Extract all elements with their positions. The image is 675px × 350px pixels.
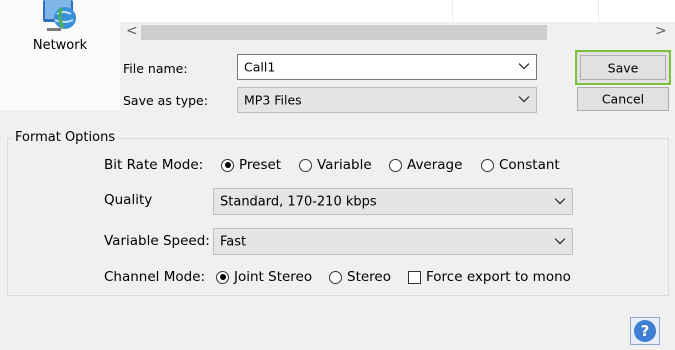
force-mono-checkbox[interactable]: Force export to mono	[408, 269, 571, 285]
quality-value: Standard, 170-210 kbps	[220, 194, 377, 209]
radio-constant-circle[interactable]	[481, 158, 494, 172]
scroll-right-arrow[interactable]: >	[655, 23, 667, 39]
network-label[interactable]: Network	[0, 38, 120, 53]
radio-preset-circle[interactable]	[221, 158, 234, 172]
file-name-value: Call1	[244, 59, 276, 75]
format-options-title: Format Options	[12, 130, 119, 145]
network-icon[interactable]	[41, 0, 77, 34]
scroll-left-arrow[interactable]: <	[126, 23, 138, 39]
cancel-button[interactable]: Cancel	[577, 87, 669, 111]
save-button-label: Save	[607, 60, 639, 75]
chevron-down-icon[interactable]	[518, 63, 530, 71]
radio-joint-stereo-label: Joint Stereo	[234, 269, 313, 285]
radio-average[interactable]: Average	[389, 157, 462, 173]
radio-stereo-label: Stereo	[347, 269, 391, 285]
variable-speed-value: Fast	[220, 234, 247, 249]
radio-variable[interactable]: Variable	[299, 157, 372, 173]
chevron-down-icon[interactable]	[518, 96, 530, 104]
bit-rate-mode-label: Bit Rate Mode:	[104, 157, 204, 173]
save-as-type-value: MP3 Files	[244, 92, 302, 108]
radio-stereo[interactable]: Stereo	[329, 269, 391, 285]
radio-constant[interactable]: Constant	[481, 157, 560, 173]
radio-preset-label: Preset	[239, 157, 282, 173]
quality-select[interactable]: Standard, 170-210 kbps	[213, 188, 573, 215]
radio-preset[interactable]: Preset	[221, 157, 281, 173]
radio-variable-circle[interactable]	[299, 158, 312, 172]
horizontal-scrollbar[interactable]: < >	[120, 22, 675, 44]
help-button[interactable]: ?	[630, 317, 660, 345]
save-button[interactable]: Save	[575, 50, 671, 85]
radio-joint-stereo[interactable]: Joint Stereo	[216, 269, 312, 285]
radio-average-circle[interactable]	[389, 158, 402, 172]
help-icon: ?	[634, 320, 656, 342]
file-name-input[interactable]: Call1	[237, 54, 537, 80]
cancel-button-label: Cancel	[601, 91, 645, 107]
radio-stereo-circle[interactable]	[329, 270, 342, 284]
save-as-type-label: Save as type:	[123, 93, 208, 108]
file-name-label: File name:	[123, 61, 188, 76]
variable-speed-select[interactable]: Fast	[213, 228, 573, 255]
radio-constant-label: Constant	[499, 157, 560, 173]
channel-mode-label: Channel Mode:	[104, 269, 206, 285]
force-mono-label: Force export to mono	[426, 269, 571, 285]
quality-label: Quality	[104, 192, 153, 208]
variable-speed-label: Variable Speed:	[104, 233, 210, 249]
scrollbar-thumb[interactable]	[141, 25, 547, 40]
radio-average-label: Average	[407, 157, 463, 173]
save-as-type-select[interactable]: MP3 Files	[237, 87, 537, 113]
radio-variable-label: Variable	[317, 157, 372, 173]
radio-joint-stereo-circle[interactable]	[216, 270, 229, 284]
chevron-down-icon[interactable]	[554, 197, 566, 205]
nav-pane: Network	[0, 0, 120, 110]
chevron-down-icon[interactable]	[554, 237, 566, 245]
force-mono-box[interactable]	[408, 270, 421, 284]
